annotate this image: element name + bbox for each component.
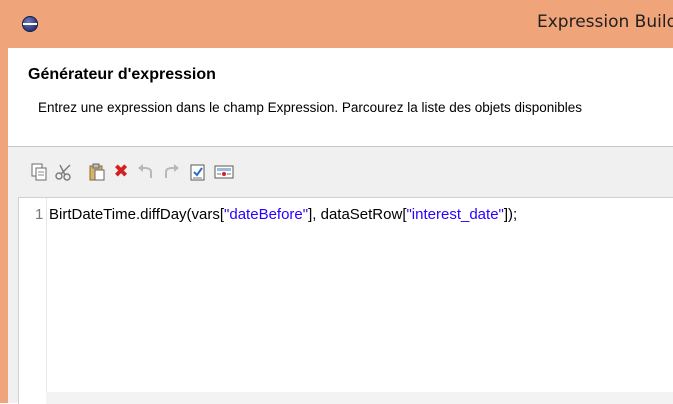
string-literal: "dateBefore" bbox=[224, 206, 309, 223]
calculate-icon[interactable] bbox=[214, 163, 234, 181]
dialog-description: Entrez une expression dans le champ Expr… bbox=[38, 100, 583, 115]
delete-icon[interactable]: ✖ bbox=[112, 163, 130, 181]
copy-icon[interactable] bbox=[30, 163, 48, 181]
dialog-title: Générateur d'expression bbox=[28, 66, 216, 83]
title-bar: Expression Builder bbox=[0, 0, 673, 48]
code-text: ]); bbox=[503, 206, 518, 223]
redo-icon[interactable] bbox=[162, 163, 180, 181]
undo-icon[interactable] bbox=[137, 163, 155, 181]
line-number: 1 bbox=[35, 206, 44, 223]
validate-icon[interactable] bbox=[189, 163, 207, 181]
expression-editor[interactable]: 1 BirtDateTime.diffDay(vars["dateBefore"… bbox=[18, 197, 673, 404]
code-text: BirtDateTime.diffDay(vars[ bbox=[49, 206, 225, 223]
horizontal-scrollbar[interactable] bbox=[46, 392, 673, 404]
editor-toolbar: ✖ bbox=[8, 147, 673, 197]
string-literal: "interest_date" bbox=[406, 206, 504, 223]
window-title: Expression Builder bbox=[537, 12, 673, 32]
code-line[interactable]: BirtDateTime.diffDay(vars["dateBefore"],… bbox=[49, 206, 517, 223]
dialog-header: Générateur d'expression Entrez une expre… bbox=[8, 48, 673, 147]
dialog-border-left bbox=[0, 48, 8, 403]
eclipse-icon[interactable] bbox=[22, 16, 38, 32]
cut-icon[interactable] bbox=[55, 163, 73, 181]
line-number-gutter: 1 bbox=[19, 198, 47, 404]
paste-icon[interactable] bbox=[88, 163, 106, 181]
code-text: ], dataSetRow[ bbox=[308, 206, 407, 223]
